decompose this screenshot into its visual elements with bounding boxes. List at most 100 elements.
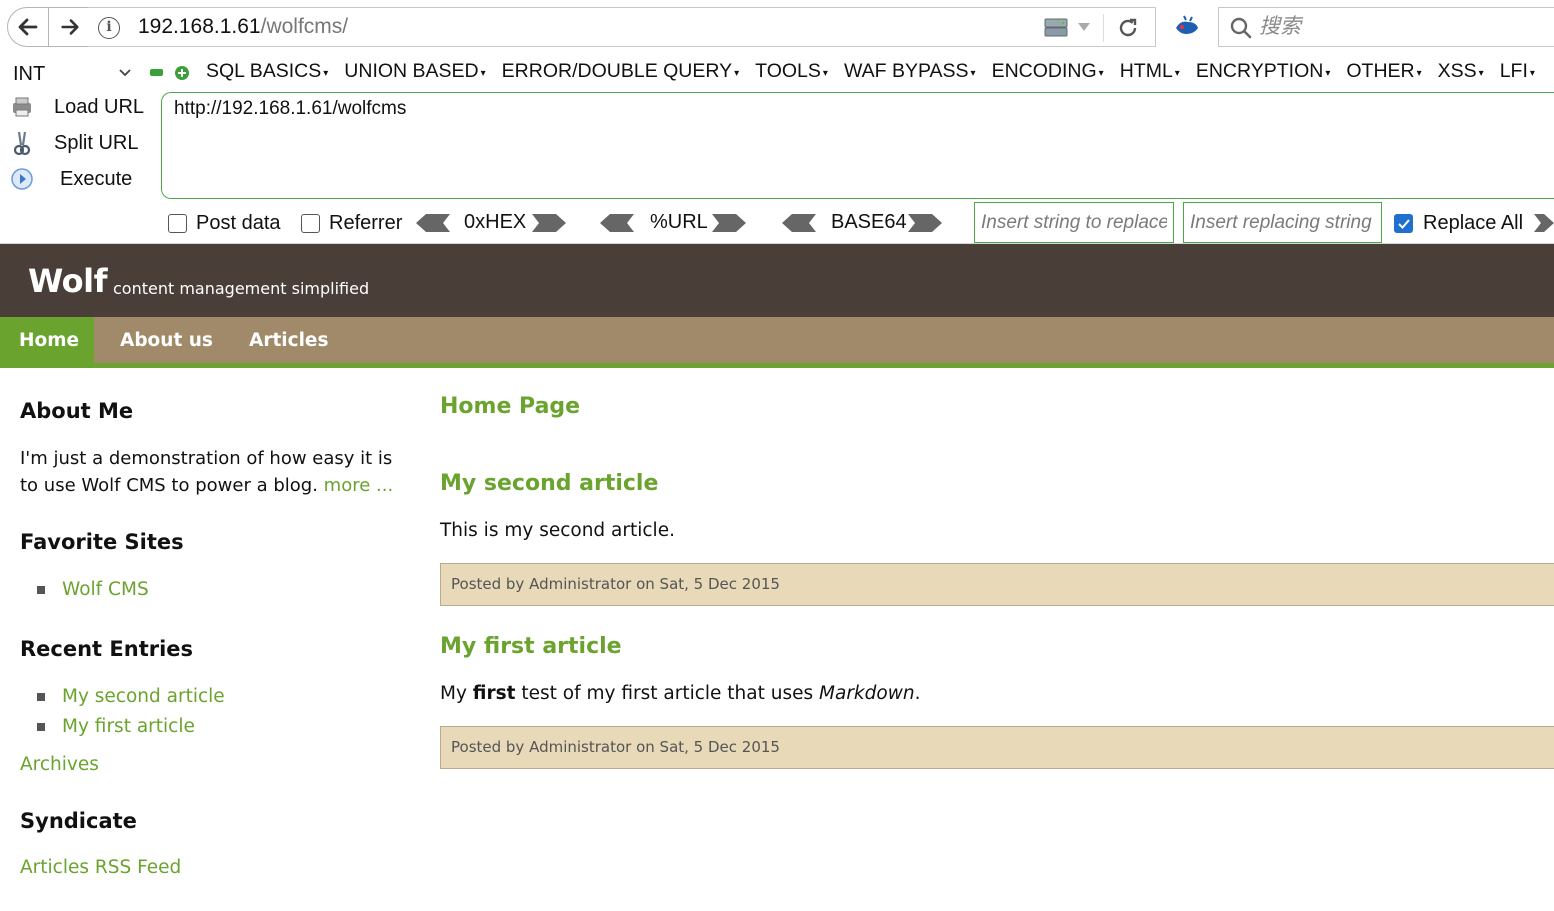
- load-url-button[interactable]: Load URL: [8, 91, 144, 123]
- search-icon: [1230, 17, 1252, 39]
- hex-label: 0xHEX: [464, 211, 527, 233]
- archives-link[interactable]: Archives: [20, 754, 99, 775]
- replace-all-label: Replace All: [1423, 212, 1524, 234]
- search-input[interactable]: [1259, 14, 1539, 38]
- checkbox-checked-icon[interactable]: [1394, 214, 1413, 233]
- back-button[interactable]: [7, 7, 49, 47]
- site-title[interactable]: Wolf: [28, 262, 108, 300]
- list-item[interactable]: Wolf CMS: [37, 579, 149, 600]
- decode-arrow-left-icon[interactable]: [600, 213, 634, 233]
- divider: [1103, 14, 1104, 42]
- menu-label: ENCODING: [991, 60, 1097, 82]
- menu-other[interactable]: OTHER ▾: [1346, 60, 1421, 83]
- arrow-left-icon: [18, 18, 38, 36]
- increment-button[interactable]: [174, 65, 190, 81]
- nav-about-us[interactable]: About us: [101, 317, 232, 363]
- checkbox-box[interactable]: [168, 214, 187, 233]
- encode-arrow-right-icon[interactable]: [712, 213, 746, 233]
- nav-home[interactable]: Home: [0, 317, 94, 363]
- hackbar-panel: INT SQL BASICS ▾ UNION BASED ▾ ERROR/DOUBL…: [0, 56, 1554, 244]
- execute-label: Execute: [60, 167, 133, 190]
- post-data-checkbox[interactable]: Post data: [168, 212, 281, 235]
- replace-string-input[interactable]: [1183, 202, 1382, 243]
- execute-button[interactable]: Execute: [8, 163, 132, 195]
- article-title[interactable]: My second article: [440, 471, 658, 496]
- dropdown-arrow-icon: ▾: [1478, 68, 1484, 79]
- favorite-site-link[interactable]: Wolf CMS: [62, 579, 149, 600]
- load-url-label: Load URL: [54, 95, 145, 118]
- browser-toolbar: i 192.168.1.61/wolfcms/: [0, 0, 1554, 56]
- menu-label: ERROR/DOUBLE QUERY: [501, 60, 733, 82]
- menu-encryption[interactable]: ENCRYPTION ▾: [1196, 60, 1331, 83]
- search-bar[interactable]: [1218, 7, 1554, 47]
- recent-entry-link[interactable]: My second article: [62, 686, 225, 707]
- dropdown-arrow-icon: ▾: [970, 68, 976, 79]
- menu-tools[interactable]: TOOLS ▾: [755, 60, 828, 83]
- url-host: 192.168.1.61: [138, 15, 261, 38]
- scissors-icon: [13, 131, 31, 156]
- list-item[interactable]: My first article: [37, 716, 195, 737]
- menu-encoding[interactable]: ENCODING ▾: [992, 60, 1104, 83]
- reload-icon[interactable]: [1115, 15, 1141, 41]
- bullet-icon: [37, 585, 45, 594]
- split-url-button[interactable]: Split URL: [8, 127, 138, 159]
- menu-label: SQL BASICS: [206, 60, 322, 82]
- dropdown-arrow-icon: ▾: [323, 68, 329, 79]
- body-bold: first: [472, 683, 516, 704]
- menu-union-based[interactable]: UNION BASED ▾: [344, 60, 485, 83]
- recent-entry-link[interactable]: My first article: [62, 716, 195, 737]
- menu-label: HTML: [1119, 60, 1173, 82]
- referrer-label: Referrer: [329, 212, 403, 234]
- hackbar-menus: SQL BASICS ▾ UNION BASED ▾ ERROR/DOUBLE QU…: [206, 60, 1551, 83]
- list-item[interactable]: My second article: [37, 686, 225, 707]
- menu-label: WAF BYPASS: [843, 60, 969, 82]
- menu-error-double-query[interactable]: ERROR/DOUBLE QUERY ▾: [502, 60, 739, 83]
- address-bar[interactable]: i 192.168.1.61/wolfcms/: [88, 7, 1156, 47]
- post-data-label: Post data: [196, 212, 281, 234]
- encode-arrow-right-icon[interactable]: [532, 213, 566, 233]
- favorite-sites-heading: Favorite Sites: [20, 530, 184, 554]
- info-icon[interactable]: i: [98, 17, 120, 39]
- dropdown-arrow-icon: ▾: [1174, 68, 1180, 79]
- rss-feed-link[interactable]: Articles RSS Feed: [20, 857, 181, 878]
- encode-arrow-right-icon[interactable]: [908, 213, 942, 233]
- decrement-button[interactable]: [150, 69, 163, 76]
- menu-lfi[interactable]: LFI ▾: [1500, 60, 1535, 83]
- menu-label: LFI: [1499, 60, 1528, 82]
- checkbox-box[interactable]: [301, 214, 320, 233]
- menu-label: TOOLS: [755, 60, 821, 82]
- page-title: Home Page: [440, 394, 581, 419]
- referrer-checkbox[interactable]: Referrer: [301, 212, 402, 235]
- article-meta: Posted by Administrator on Sat, 5 Dec 20…: [440, 726, 1554, 769]
- menu-label: UNION BASED: [344, 60, 479, 82]
- menu-html[interactable]: HTML ▾: [1120, 60, 1180, 83]
- extension-icon[interactable]: [1172, 14, 1202, 42]
- url-textarea[interactable]: http://192.168.1.61/wolfcms: [161, 92, 1554, 199]
- menu-xss[interactable]: XSS ▾: [1438, 60, 1484, 83]
- nav-articles[interactable]: Articles: [230, 317, 348, 363]
- article-title[interactable]: My first article: [440, 634, 622, 659]
- address-text[interactable]: 192.168.1.61/wolfcms/: [138, 15, 348, 39]
- menu-sql-basics[interactable]: SQL BASICS ▾: [206, 60, 328, 83]
- about-more-link[interactable]: more ...: [324, 475, 394, 496]
- find-string-input[interactable]: [974, 202, 1174, 243]
- body-text: test of my first article that uses: [515, 683, 820, 704]
- decode-arrow-left-icon[interactable]: [782, 213, 816, 233]
- replace-arrow-icon[interactable]: [1534, 213, 1554, 233]
- type-select[interactable]: INT: [6, 59, 138, 89]
- network-server-icon[interactable]: [1043, 17, 1069, 39]
- replace-all-checkbox[interactable]: Replace All: [1394, 212, 1523, 235]
- chevron-down-icon[interactable]: [1078, 23, 1090, 31]
- forward-button[interactable]: [49, 7, 91, 47]
- split-url-label: Split URL: [54, 131, 139, 154]
- decode-arrow-left-icon[interactable]: [416, 213, 450, 233]
- menu-waf-bypass[interactable]: WAF BYPASS ▾: [844, 60, 976, 83]
- recent-entries-heading: Recent Entries: [20, 637, 194, 661]
- bullet-icon: [37, 692, 45, 701]
- syndicate-heading: Syndicate: [20, 809, 137, 833]
- body-text: My: [440, 683, 473, 704]
- menu-label: XSS: [1437, 60, 1477, 82]
- article-body: This is my second article.: [440, 520, 675, 541]
- body-text: .: [914, 683, 921, 704]
- type-select-value: INT: [13, 63, 46, 85]
